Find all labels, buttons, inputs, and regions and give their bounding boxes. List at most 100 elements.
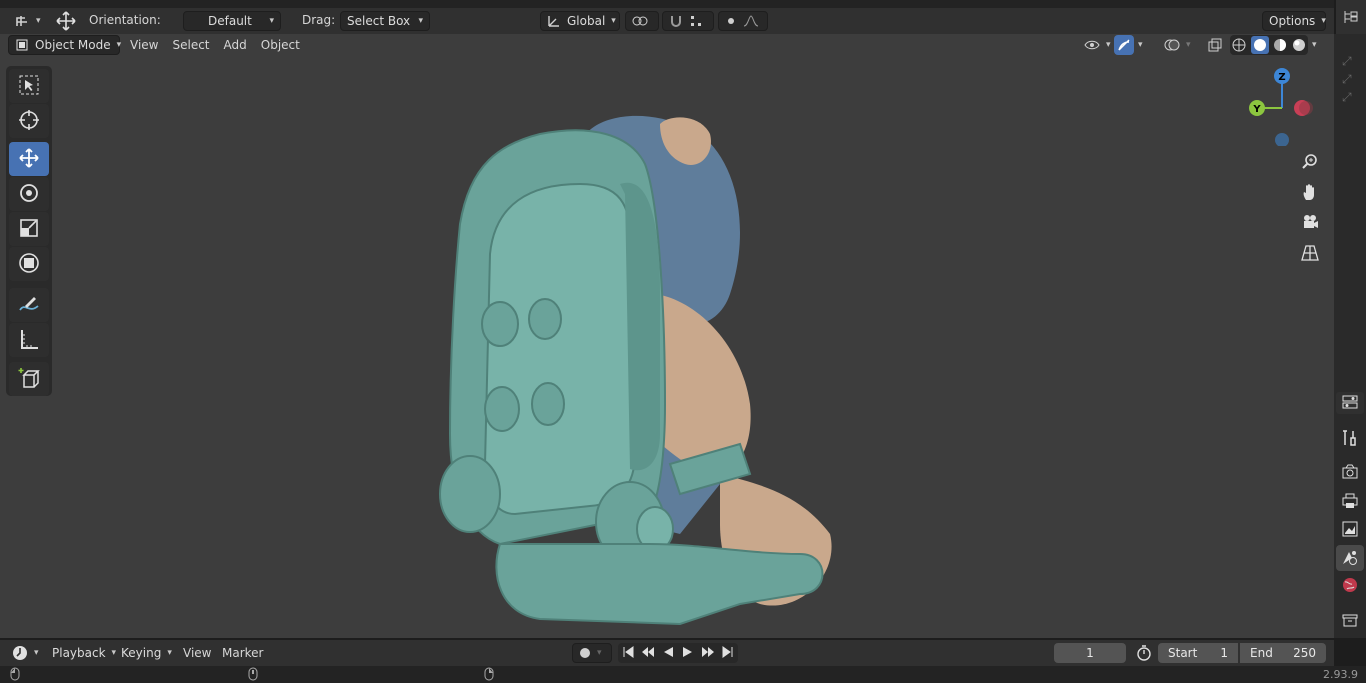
tool-properties-tab[interactable] (1336, 426, 1364, 452)
chevron-down-icon: ▾ (1106, 40, 1111, 50)
auto-keying-toggle[interactable]: ▾ (572, 643, 612, 663)
chevron-down-icon[interactable]: ▾ (1138, 40, 1143, 50)
tool-tab-icon[interactable]: ⤢ (1342, 72, 1352, 87)
active-tool-move-button[interactable] (48, 11, 84, 31)
current-frame-field[interactable]: 1 (1054, 643, 1126, 663)
properties-editor-type-button[interactable] (1336, 392, 1364, 414)
solid-shading-icon[interactable] (1250, 36, 1269, 54)
pan-hand-icon (1301, 183, 1319, 204)
world-properties-tab[interactable] (1336, 573, 1364, 599)
shading-mode-group (1230, 35, 1308, 55)
camera-view-button[interactable] (1296, 209, 1324, 237)
pan-button[interactable] (1296, 179, 1324, 207)
keying-label: Keying (121, 646, 162, 660)
jump-start-icon[interactable] (622, 645, 634, 661)
rendered-shading-icon[interactable] (1292, 38, 1306, 52)
menu-add[interactable]: Add (218, 35, 253, 55)
grid-view-icon (1301, 244, 1319, 265)
prev-keyframe-icon[interactable] (641, 646, 655, 661)
annotate-tool[interactable] (9, 288, 49, 322)
menu-view[interactable]: View (124, 35, 164, 55)
neg-x-axis-handle[interactable] (1299, 101, 1313, 115)
eye-icon (1084, 39, 1100, 51)
view-layer-properties-tab[interactable] (1336, 517, 1364, 543)
overlays-icon (1164, 37, 1180, 53)
add-cube-icon (17, 366, 41, 393)
object-mode-icon (15, 38, 29, 52)
transform-orientation-dropdown[interactable]: Global ▾ (540, 11, 620, 31)
falloff-curve-icon (743, 15, 759, 27)
transform-tool[interactable] (9, 247, 49, 281)
jump-end-icon[interactable] (722, 645, 734, 661)
mode-value: Object Mode (35, 38, 111, 52)
overlays-button[interactable]: ▾ (1158, 35, 1197, 55)
snapping-dropdown[interactable] (662, 11, 714, 31)
collection-icon (1341, 611, 1359, 632)
proportional-editing-group[interactable] (718, 11, 768, 31)
start-frame-field[interactable]: Start 1 (1158, 643, 1238, 663)
world-icon (1341, 576, 1359, 597)
outliner-editor-button[interactable] (1336, 0, 1366, 34)
menu-object[interactable]: Object (255, 35, 306, 55)
scene-properties-tab[interactable] (1336, 545, 1364, 571)
measure-tool[interactable] (9, 323, 49, 357)
scene-icon (1341, 548, 1359, 569)
scale-tool[interactable] (9, 212, 49, 246)
navigation-gizmo[interactable]: Z Y (1240, 66, 1320, 146)
workspace-tabs-strip (0, 0, 1334, 8)
view-layer-icon (1341, 520, 1359, 541)
move-tool[interactable] (9, 142, 49, 176)
mode-dropdown[interactable]: Object Mode ▾ (8, 35, 121, 55)
magnet-icon (669, 14, 683, 28)
select-box-tool[interactable] (9, 69, 49, 103)
menu-keying[interactable]: Keying ▾ (115, 643, 178, 663)
editor-type-button[interactable]: ▾ (8, 11, 47, 31)
drag-label: Drag: (302, 13, 336, 27)
teddy-bear-backpack-model[interactable] (420, 74, 860, 638)
stopwatch-icon[interactable] (1136, 645, 1152, 661)
version-label: 2.93.9 (1323, 668, 1358, 681)
menu-timeline-view[interactable]: View (177, 643, 217, 663)
chevron-down-icon[interactable]: ▾ (1312, 40, 1317, 50)
end-value: 250 (1293, 646, 1316, 660)
3d-viewport[interactable]: Object Mode ▾ View Select Add Object ▾ ▾ (0, 34, 1334, 638)
next-keyframe-icon[interactable] (701, 646, 715, 661)
add-cube-tool[interactable] (9, 362, 49, 396)
transform-tab-icon[interactable]: ⤢ (1342, 54, 1352, 69)
options-dropdown[interactable]: Options ▾ (1262, 11, 1326, 31)
view-tab-icon[interactable]: ⤢ (1342, 90, 1352, 105)
rotate-tool[interactable] (9, 177, 49, 211)
orientation-dropdown[interactable]: Default ▾ (183, 11, 281, 31)
gizmo-toggle-button[interactable] (1114, 35, 1134, 55)
wireframe-shading-icon[interactable] (1232, 38, 1246, 52)
menu-playback[interactable]: Playback ▾ (46, 643, 122, 663)
material-shading-icon[interactable] (1273, 38, 1287, 52)
chevron-down-icon: ▾ (269, 16, 274, 26)
rotate-icon (17, 181, 41, 208)
render-icon (1341, 463, 1359, 484)
gizmo-icon (1117, 38, 1131, 52)
properties-icon (1342, 395, 1358, 412)
output-properties-tab[interactable] (1336, 489, 1364, 515)
play-icon[interactable] (682, 646, 694, 661)
visibility-dropdown[interactable]: ▾ (1078, 35, 1117, 55)
zoom-button[interactable] (1296, 149, 1324, 177)
cursor-tool[interactable] (9, 104, 49, 138)
timeline-editor-type-button[interactable]: ▾ (6, 643, 45, 663)
menu-marker[interactable]: Marker (216, 643, 269, 663)
pivot-point-dropdown[interactable] (625, 11, 659, 31)
neg-z-axis-handle[interactable] (1275, 133, 1289, 146)
collection-properties-tab[interactable] (1336, 608, 1364, 634)
xray-toggle-button[interactable] (1202, 35, 1228, 55)
render-properties-tab[interactable] (1336, 460, 1364, 486)
scale-icon (17, 216, 41, 243)
end-frame-field[interactable]: End 250 (1240, 643, 1326, 663)
play-reverse-icon[interactable] (662, 646, 674, 661)
drag-dropdown[interactable]: Select Box ▾ (340, 11, 430, 31)
clock-icon (12, 645, 28, 661)
menu-select[interactable]: Select (166, 35, 215, 55)
tool-icon (1341, 429, 1359, 450)
toggle-perspective-button[interactable] (1296, 240, 1324, 268)
xray-icon (1208, 38, 1222, 52)
playback-controls (618, 643, 738, 663)
